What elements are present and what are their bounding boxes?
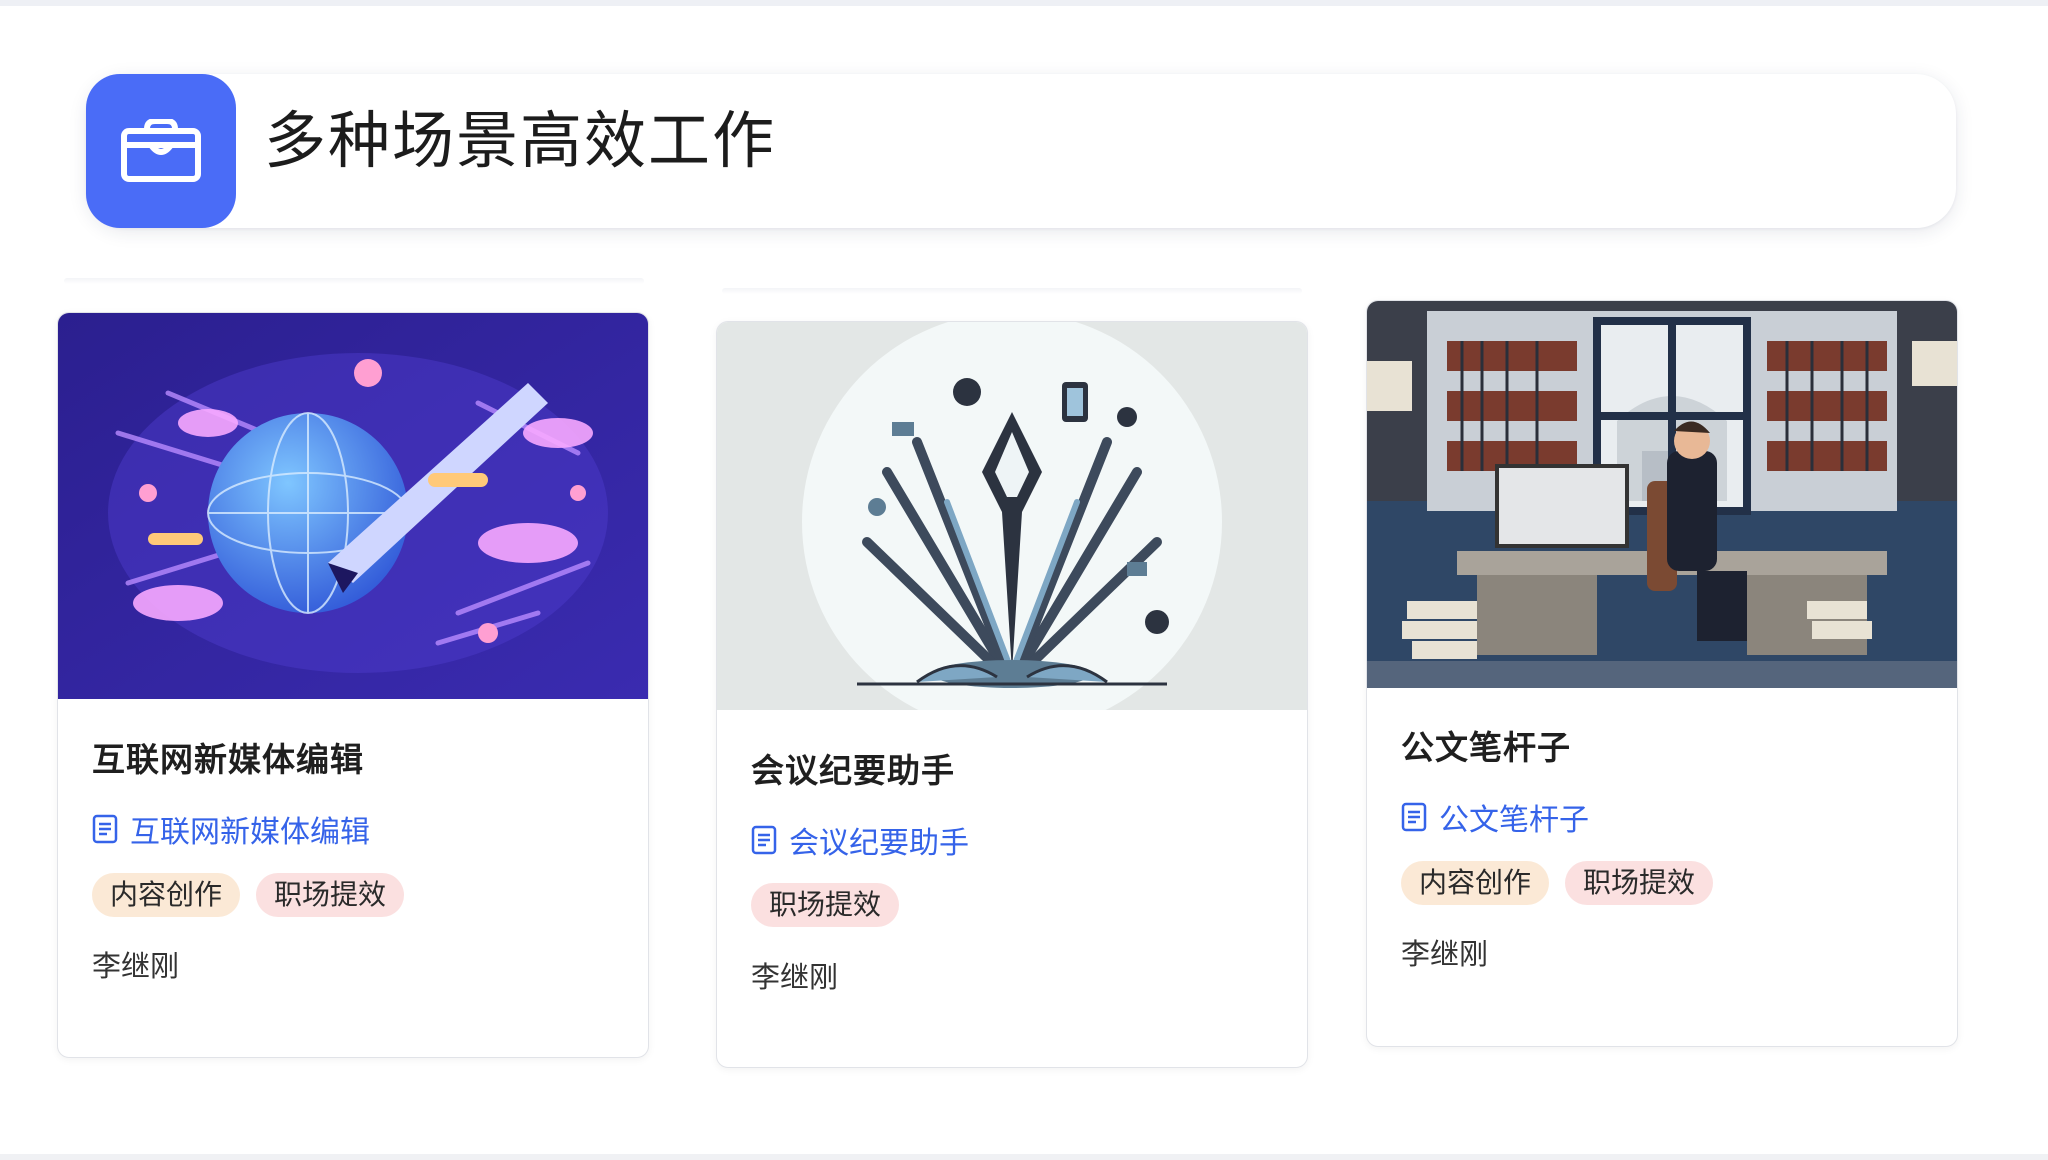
divider: [64, 278, 644, 284]
scenario-card[interactable]: 公文笔杆子 公文笔杆子 内容创作 职场提效 李继刚: [1366, 300, 1958, 1047]
card-title: 互联网新媒体编辑: [92, 740, 364, 779]
document-icon: [92, 814, 118, 844]
header-icon-tile: [86, 74, 236, 228]
card-image-office-writer: [1367, 301, 1957, 688]
card-link-label: 公文笔杆子: [1439, 803, 1589, 838]
card-link-label: 会议纪要助手: [789, 826, 969, 861]
scenario-card[interactable]: 互联网新媒体编辑 互联网新媒体编辑 内容创作 职场提效 李继刚: [57, 312, 649, 1058]
card-link[interactable]: 互联网新媒体编辑: [92, 807, 370, 851]
tag-list: 内容创作 职场提效: [1401, 861, 1714, 905]
tag-list: 内容创作 职场提效: [92, 873, 405, 917]
card-author: 李继刚: [751, 960, 839, 994]
card-author: 李继刚: [92, 949, 180, 983]
tag-workplace-efficiency[interactable]: 职场提效: [751, 883, 900, 927]
card-author: 李继刚: [1401, 937, 1489, 971]
card-link-label: 互联网新媒体编辑: [130, 815, 370, 850]
top-divider: [0, 0, 2048, 6]
tag-workplace-efficiency[interactable]: 职场提效: [256, 873, 405, 917]
tag-list: 职场提效: [751, 883, 900, 927]
card-link[interactable]: 公文笔杆子: [1401, 795, 1589, 839]
card-title: 会议纪要助手: [751, 751, 955, 790]
card-link[interactable]: 会议纪要助手: [751, 818, 969, 862]
tag-content-creation[interactable]: 内容创作: [92, 873, 241, 917]
card-image-digital-pen-globe: [58, 313, 648, 699]
card-image-pen-nib-tools: [717, 322, 1307, 710]
card-title: 公文笔杆子: [1401, 728, 1571, 767]
page-title: 多种场景高效工作: [264, 104, 777, 177]
tag-workplace-efficiency[interactable]: 职场提效: [1565, 861, 1714, 905]
document-icon: [751, 825, 777, 855]
scenario-card[interactable]: 会议纪要助手 会议纪要助手 职场提效 李继刚: [716, 321, 1308, 1068]
briefcase-icon: [121, 119, 201, 182]
tag-content-creation[interactable]: 内容创作: [1401, 861, 1550, 905]
bottom-divider: [0, 1154, 2048, 1160]
divider: [722, 288, 1302, 294]
document-icon: [1401, 802, 1427, 832]
